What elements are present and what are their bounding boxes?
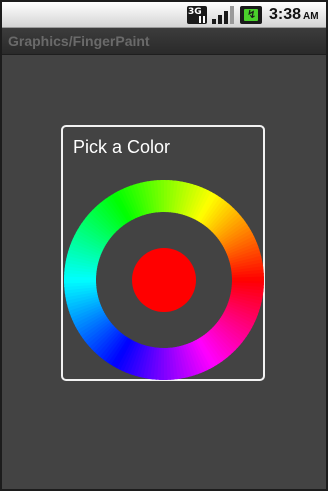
status-bar: 3G ↯ 3:38 AM bbox=[2, 2, 326, 28]
color-wheel-svg bbox=[64, 180, 264, 380]
battery-charging-icon: ↯ bbox=[240, 6, 262, 24]
app-title-bar: Graphics/FingerPaint bbox=[2, 28, 326, 55]
phone-screen: 3G ↯ 3:38 AM Graphics/FingerPaint Pick a … bbox=[2, 2, 326, 489]
clock-time: 3:38 bbox=[269, 6, 302, 23]
signal-icon bbox=[212, 6, 234, 24]
app-title: Graphics/FingerPaint bbox=[8, 33, 150, 49]
color-picker-dialog: Pick a Color bbox=[61, 125, 265, 381]
status-clock: 3:38 AM bbox=[269, 5, 319, 25]
3g-icon: 3G bbox=[187, 6, 207, 24]
selected-color-swatch[interactable] bbox=[132, 248, 196, 312]
clock-am-pm: AM bbox=[303, 11, 319, 22]
dialog-title: Pick a Color bbox=[73, 137, 171, 157]
